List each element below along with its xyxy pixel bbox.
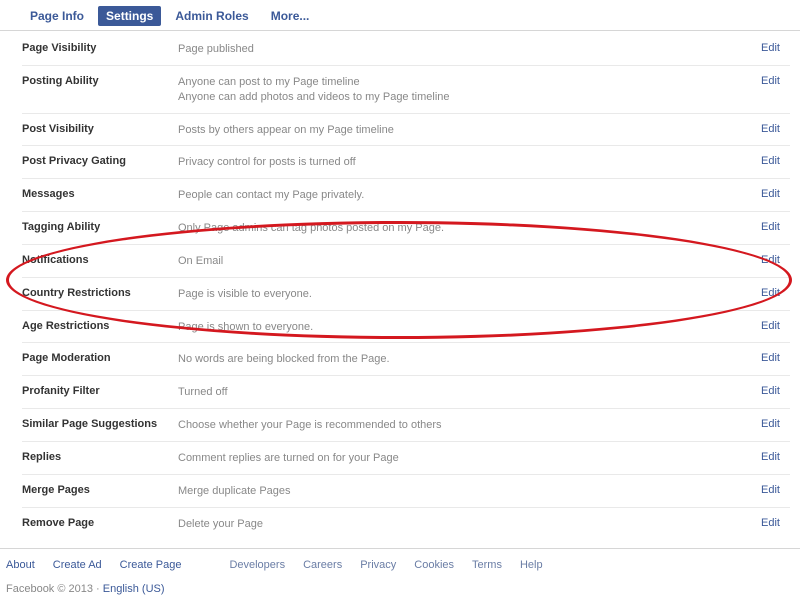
row-tagging-ability: Tagging Ability Only Page admins can tag… [22, 212, 790, 245]
settings-tabs: Page Info Settings Admin Roles More... [0, 0, 800, 31]
row-profanity-filter: Profanity Filter Turned off Edit [22, 376, 790, 409]
value-profanity-filter: Turned off [178, 385, 761, 400]
footer-create-ad[interactable]: Create Ad [53, 559, 102, 571]
footer-create-page[interactable]: Create Page [120, 559, 182, 571]
edit-messages[interactable]: Edit [761, 188, 790, 200]
row-messages: Messages People can contact my Page priv… [22, 179, 790, 212]
label-post-visibility: Post Visibility [22, 123, 178, 135]
edit-country-restrictions[interactable]: Edit [761, 287, 790, 299]
value-replies: Comment replies are turned on for your P… [178, 451, 761, 466]
row-posting-ability: Posting Ability Anyone can post to my Pa… [22, 66, 790, 114]
value-post-privacy-gating: Privacy control for posts is turned off [178, 155, 761, 170]
value-notifications: On Email [178, 254, 761, 269]
tab-page-info[interactable]: Page Info [22, 6, 92, 26]
value-posting-ability-line2: Anyone can add photos and videos to my P… [178, 90, 761, 105]
label-country-restrictions: Country Restrictions [22, 287, 178, 299]
value-merge-pages: Merge duplicate Pages [178, 484, 761, 499]
label-tagging-ability: Tagging Ability [22, 221, 178, 233]
footer-cookies[interactable]: Cookies [414, 559, 454, 571]
row-country-restrictions: Country Restrictions Page is visible to … [22, 278, 790, 311]
footer-copyright: Facebook © 2013 · English (US) [0, 577, 800, 605]
value-age-restrictions: Page is shown to everyone. [178, 320, 761, 335]
footer-terms[interactable]: Terms [472, 559, 502, 571]
edit-post-privacy-gating[interactable]: Edit [761, 155, 790, 167]
footer-links: About Create Ad Create Page Developers C… [0, 548, 800, 577]
label-notifications: Notifications [22, 254, 178, 266]
edit-page-visibility[interactable]: Edit [761, 42, 790, 54]
value-tagging-ability: Only Page admins can tag photos posted o… [178, 221, 761, 236]
row-page-visibility: Page Visibility Page published Edit [22, 33, 790, 66]
edit-post-visibility[interactable]: Edit [761, 123, 790, 135]
value-remove-page: Delete your Page [178, 517, 761, 532]
edit-age-restrictions[interactable]: Edit [761, 320, 790, 332]
label-messages: Messages [22, 188, 178, 200]
row-page-moderation: Page Moderation No words are being block… [22, 343, 790, 376]
footer-developers[interactable]: Developers [229, 559, 285, 571]
edit-similar-page-suggestions[interactable]: Edit [761, 418, 790, 430]
footer-privacy[interactable]: Privacy [360, 559, 396, 571]
label-remove-page: Remove Page [22, 517, 178, 529]
edit-tagging-ability[interactable]: Edit [761, 221, 790, 233]
settings-list: Page Visibility Page published Edit Post… [0, 31, 800, 542]
row-remove-page: Remove Page Delete your Page Edit [22, 508, 790, 540]
footer-about[interactable]: About [6, 559, 35, 571]
footer-help[interactable]: Help [520, 559, 543, 571]
edit-replies[interactable]: Edit [761, 451, 790, 463]
edit-notifications[interactable]: Edit [761, 254, 790, 266]
edit-posting-ability[interactable]: Edit [761, 75, 790, 87]
label-posting-ability: Posting Ability [22, 75, 178, 87]
edit-merge-pages[interactable]: Edit [761, 484, 790, 496]
label-page-visibility: Page Visibility [22, 42, 178, 54]
row-merge-pages: Merge Pages Merge duplicate Pages Edit [22, 475, 790, 508]
row-post-visibility: Post Visibility Posts by others appear o… [22, 114, 790, 147]
tab-settings[interactable]: Settings [98, 6, 161, 26]
copyright-text: Facebook © 2013 · [6, 583, 103, 595]
footer-language[interactable]: English (US) [103, 583, 165, 595]
value-similar-page-suggestions: Choose whether your Page is recommended … [178, 418, 761, 433]
tab-more[interactable]: More... [263, 6, 318, 26]
value-post-visibility: Posts by others appear on my Page timeli… [178, 123, 761, 138]
row-replies: Replies Comment replies are turned on fo… [22, 442, 790, 475]
row-similar-page-suggestions: Similar Page Suggestions Choose whether … [22, 409, 790, 442]
tab-admin-roles[interactable]: Admin Roles [167, 6, 256, 26]
edit-page-moderation[interactable]: Edit [761, 352, 790, 364]
row-post-privacy-gating: Post Privacy Gating Privacy control for … [22, 146, 790, 179]
value-posting-ability: Anyone can post to my Page timeline Anyo… [178, 75, 761, 105]
label-page-moderation: Page Moderation [22, 352, 178, 364]
row-notifications: Notifications On Email Edit [22, 245, 790, 278]
value-messages: People can contact my Page privately. [178, 188, 761, 203]
label-replies: Replies [22, 451, 178, 463]
value-country-restrictions: Page is visible to everyone. [178, 287, 761, 302]
label-merge-pages: Merge Pages [22, 484, 178, 496]
value-posting-ability-line1: Anyone can post to my Page timeline [178, 75, 761, 90]
footer-careers[interactable]: Careers [303, 559, 342, 571]
value-page-moderation: No words are being blocked from the Page… [178, 352, 761, 367]
edit-profanity-filter[interactable]: Edit [761, 385, 790, 397]
label-age-restrictions: Age Restrictions [22, 320, 178, 332]
row-age-restrictions: Age Restrictions Page is shown to everyo… [22, 311, 790, 344]
label-post-privacy-gating: Post Privacy Gating [22, 155, 178, 167]
label-profanity-filter: Profanity Filter [22, 385, 178, 397]
label-similar-page-suggestions: Similar Page Suggestions [22, 418, 178, 430]
edit-remove-page[interactable]: Edit [761, 517, 790, 529]
value-page-visibility: Page published [178, 42, 761, 57]
